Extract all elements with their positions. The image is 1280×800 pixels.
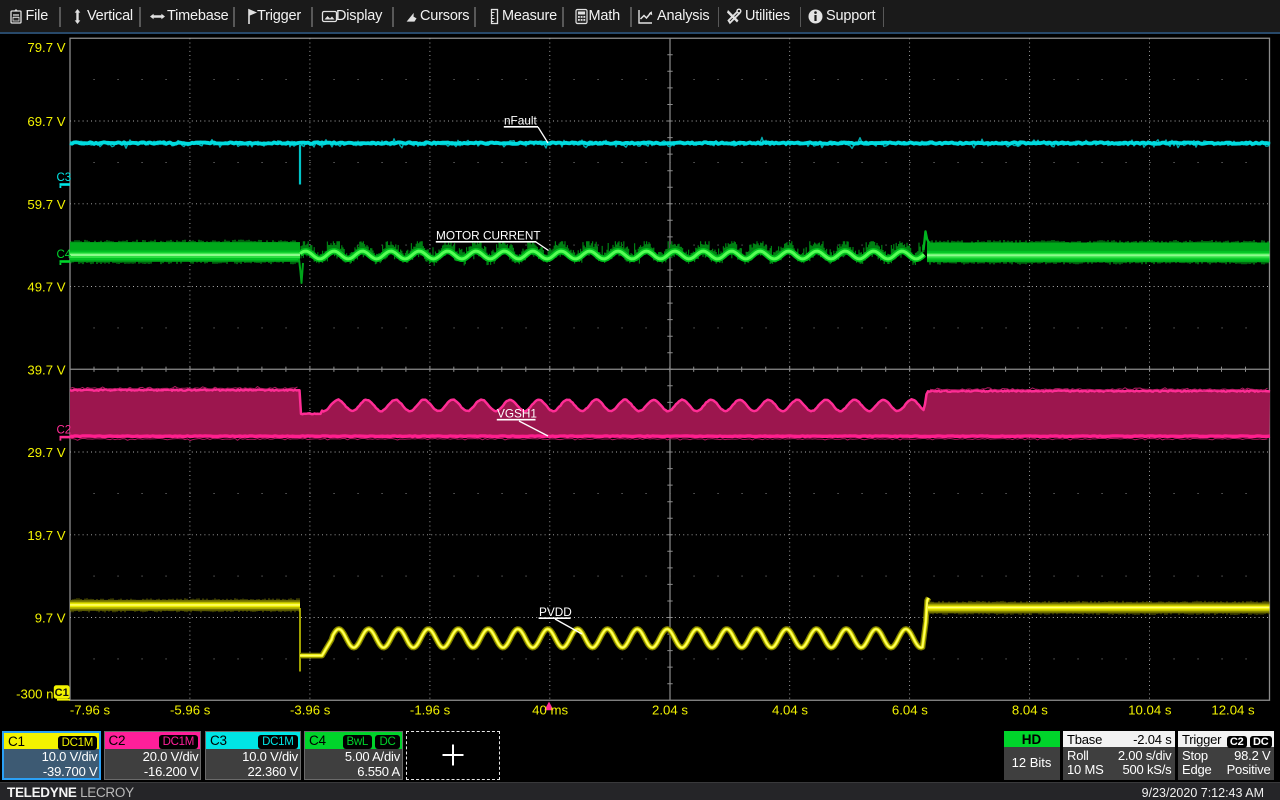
svg-text:6.04 s: 6.04 s	[892, 703, 928, 718]
svg-text:MOTOR CURRENT: MOTOR CURRENT	[436, 229, 541, 243]
svg-text:-5.96 s: -5.96 s	[170, 703, 211, 718]
svg-text:10.04 s: 10.04 s	[1128, 703, 1172, 718]
svg-text:49.7 V: 49.7 V	[27, 280, 65, 295]
svg-text:2.04 s: 2.04 s	[652, 703, 688, 718]
svg-text:-7.96 s: -7.96 s	[70, 703, 111, 718]
svg-text:19.7 V: 19.7 V	[27, 528, 65, 543]
svg-text:C3: C3	[57, 172, 72, 184]
svg-text:9.7 V: 9.7 V	[35, 611, 66, 626]
svg-text:69.7 V: 69.7 V	[27, 114, 65, 129]
svg-text:4.04 s: 4.04 s	[772, 703, 808, 718]
svg-text:8.04 s: 8.04 s	[1012, 703, 1048, 718]
svg-text:59.7 V: 59.7 V	[27, 197, 65, 212]
svg-text:-300 n: -300 n	[16, 687, 53, 702]
svg-text:40 ms: 40 ms	[532, 703, 568, 718]
svg-text:29.7 V: 29.7 V	[27, 445, 65, 460]
svg-text:VGSH1: VGSH1	[497, 406, 537, 420]
svg-text:12.04 s: 12.04 s	[1211, 703, 1255, 718]
svg-text:-3.96 s: -3.96 s	[290, 703, 331, 718]
svg-text:C1: C1	[55, 687, 69, 699]
svg-text:PVDD: PVDD	[539, 605, 572, 619]
svg-text:79.7 V: 79.7 V	[27, 40, 65, 55]
svg-text:C4: C4	[57, 249, 72, 261]
svg-text:-1.96 s: -1.96 s	[410, 703, 451, 718]
svg-text:C2: C2	[57, 425, 72, 437]
svg-text:39.7 V: 39.7 V	[27, 362, 65, 377]
svg-text:nFault: nFault	[504, 114, 538, 128]
